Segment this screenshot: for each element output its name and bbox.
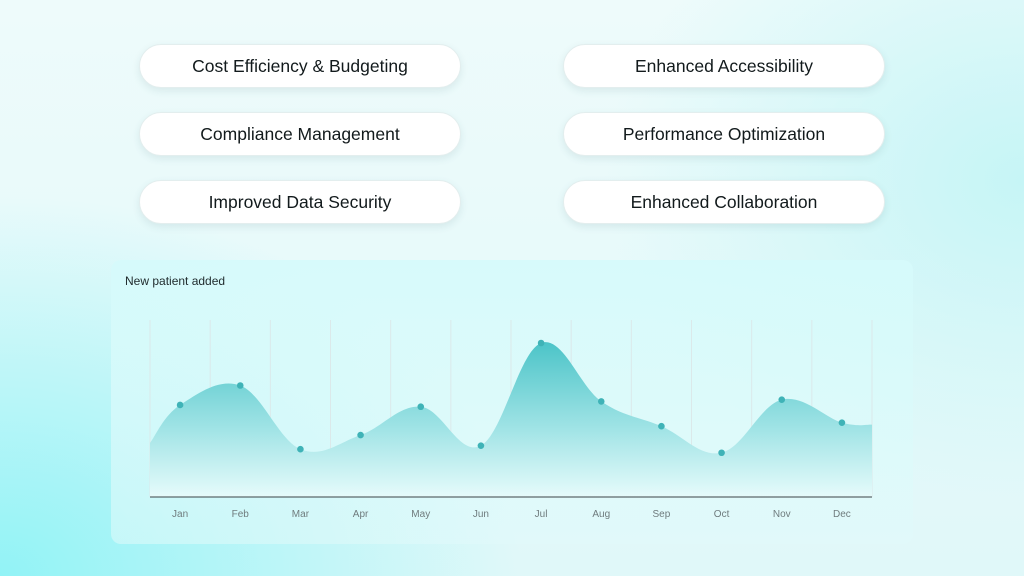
feature-pill-accessibility[interactable]: Enhanced Accessibility [563, 44, 885, 88]
x-tick-label-feb: Feb [232, 509, 250, 520]
chart-point-jun[interactable] [477, 442, 485, 449]
x-tick-label-sep: Sep [653, 509, 671, 520]
chart-point-dec[interactable] [838, 419, 846, 426]
x-tick-label-jul: Jul [535, 509, 548, 520]
chart-card: New patient added Jan Feb Mar Apr May Jun Jul A… [111, 260, 913, 544]
feature-pill-performance[interactable]: Performance Optimization [563, 112, 885, 156]
x-tick-label-oct: Oct [714, 509, 730, 520]
chart-point-jul[interactable] [537, 339, 545, 347]
new-patient-area-chart: Jan Feb Mar Apr May Jun Jul Aug Sep Oct Nov Dec [149, 320, 873, 520]
x-tick-label-nov: Nov [773, 509, 791, 520]
x-tick-label-jun: Jun [473, 509, 489, 520]
chart-point-aug[interactable] [597, 398, 605, 405]
chart-point-feb[interactable] [236, 382, 244, 389]
x-tick-label-aug: Aug [592, 509, 610, 520]
chart-point-oct[interactable] [718, 449, 725, 457]
chart-point-may[interactable] [417, 403, 425, 411]
x-tick-label-may: May [411, 509, 430, 520]
x-tick-label-apr: Apr [353, 509, 369, 520]
chart-point-mar[interactable] [297, 445, 304, 453]
feature-pill-compliance[interactable]: Compliance Management [139, 112, 461, 156]
feature-pill-data-security[interactable]: Improved Data Security [139, 180, 461, 224]
feature-pill-label: Performance Optimization [622, 123, 826, 144]
feature-pill-label: Enhanced Accessibility [634, 55, 814, 76]
feature-pill-cost-efficiency[interactable]: Cost Efficiency & Budgeting [139, 44, 461, 88]
feature-pill-label: Enhanced Collaboration [630, 191, 818, 212]
chart-point-jan[interactable] [176, 401, 184, 409]
feature-pill-label: Cost Efficiency & Budgeting [192, 55, 408, 76]
feature-pill-label: Compliance Management [200, 123, 400, 144]
chart-point-sep[interactable] [658, 422, 665, 430]
x-tick-label-jan: Jan [172, 509, 188, 520]
feature-pill-label: Improved Data Security [208, 191, 392, 212]
feature-pill-collaboration[interactable]: Enhanced Collaboration [563, 180, 885, 224]
chart-point-apr[interactable] [357, 431, 364, 439]
chart-point-nov[interactable] [778, 396, 786, 403]
x-tick-label-mar: Mar [292, 509, 310, 520]
x-tick-label-dec: Dec [833, 509, 851, 520]
